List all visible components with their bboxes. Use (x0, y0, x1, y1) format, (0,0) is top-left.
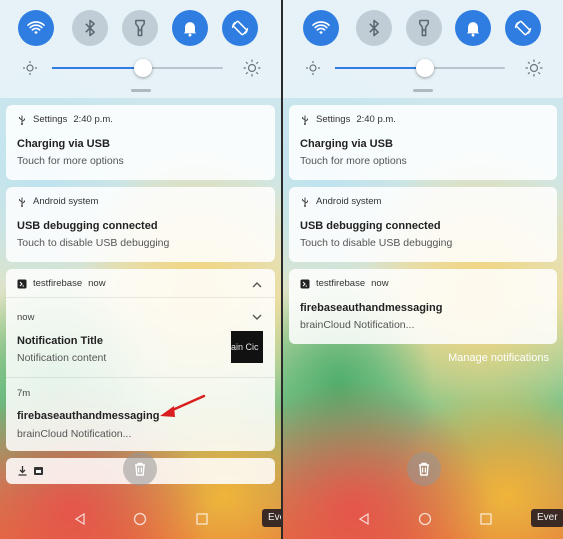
notification-text: Touch to disable USB debugging (17, 237, 170, 249)
usb-charging-notification[interactable]: Settings 2:40 p.m. Charging via USB Touc… (289, 105, 557, 180)
corner-label: Ever (531, 509, 563, 527)
usb-icon (19, 197, 25, 207)
notification-time: 2:40 p.m. (356, 114, 396, 125)
usb-charging-notification[interactable]: Settings 2:40 p.m. Charging via USB Touc… (6, 105, 275, 180)
home-icon[interactable] (133, 512, 147, 526)
flashlight-icon (135, 19, 145, 37)
auto-rotate-toggle[interactable] (222, 10, 258, 46)
notification-app-name: Android system (316, 196, 382, 207)
wifi-toggle[interactable] (303, 10, 339, 46)
chevron-down-icon[interactable] (251, 311, 263, 323)
notification-thumbnail: ain Cic (231, 331, 263, 363)
download-icon (18, 466, 27, 476)
usb-icon (302, 115, 308, 125)
bluetooth-icon (369, 19, 379, 37)
left-phone-screen: Settings 2:40 p.m. Charging via USB Touc… (0, 0, 281, 539)
auto-rotate-icon (514, 20, 532, 36)
notification-text: Notification content (17, 352, 107, 364)
trash-icon (419, 462, 429, 476)
notification-app-name: Android system (33, 196, 99, 207)
notification-title: Charging via USB (300, 138, 393, 150)
wifi-toggle[interactable] (18, 10, 54, 46)
flashlight-toggle[interactable] (122, 10, 158, 46)
brightness-slider[interactable] (52, 59, 223, 77)
notification-app-name: testfirebase (33, 278, 83, 289)
flashlight-toggle[interactable] (406, 10, 442, 46)
usb-debugging-notification[interactable]: Android system USB debugging connected T… (6, 187, 275, 262)
flashlight-icon (419, 19, 429, 37)
notification-text: brainCloud Notification... (17, 428, 132, 440)
recents-icon[interactable] (479, 512, 493, 526)
bell-icon (466, 22, 480, 37)
notification-title: firebaseauthandmessaging (300, 302, 443, 314)
bell-icon (183, 22, 197, 37)
trash-icon (135, 462, 145, 476)
brightness-low-icon (23, 61, 37, 75)
notification-title: Charging via USB (17, 138, 110, 150)
manage-notifications-link[interactable]: Manage notifications (448, 352, 549, 364)
testfirebase-notification[interactable]: testfirebase now firebaseauthandmessagin… (289, 269, 557, 344)
notification-title: USB debugging connected (300, 220, 441, 232)
usb-icon (302, 197, 308, 207)
wifi-icon (312, 21, 330, 35)
clear-all-button[interactable] (123, 452, 157, 486)
notification-time: now (371, 278, 389, 289)
brightness-slider[interactable] (335, 59, 505, 77)
calendar-icon (34, 467, 43, 475)
brightness-high-icon (525, 59, 543, 77)
testfirebase-notification-group[interactable]: testfirebase now now Notification Title … (6, 269, 275, 451)
back-icon[interactable] (73, 512, 87, 526)
back-icon[interactable] (357, 512, 371, 526)
notification-text: brainCloud Notification... (300, 319, 415, 331)
notification-app-name: Settings (316, 114, 351, 125)
wifi-icon (27, 21, 45, 35)
red-arrow-annotation (160, 394, 206, 417)
corner-label: Ever (262, 509, 281, 527)
drag-handle[interactable] (130, 89, 151, 92)
notification-title: firebaseauthandmessaging (17, 410, 160, 422)
notification-app-name: testfirebase (316, 278, 366, 289)
notification-app-name: Settings (33, 114, 68, 125)
usb-icon (19, 115, 25, 125)
notification-time: now (88, 278, 106, 289)
notification-time: now (17, 312, 35, 323)
right-phone-screen: Settings 2:40 p.m. Charging via USB Touc… (283, 0, 563, 539)
notification-text: Touch for more options (17, 155, 124, 167)
usb-debugging-notification[interactable]: Android system USB debugging connected T… (289, 187, 557, 262)
notification-time: 7m (17, 388, 31, 399)
clear-all-button[interactable] (407, 452, 441, 486)
brightness-high-icon (243, 59, 261, 77)
notification-title: USB debugging connected (17, 220, 158, 232)
brightness-row (283, 58, 563, 78)
chevron-up-icon[interactable] (251, 279, 263, 291)
quick-settings-panel (283, 0, 563, 98)
notification-text: Touch for more options (300, 155, 407, 167)
bluetooth-toggle[interactable] (72, 10, 108, 46)
auto-rotate-icon (231, 20, 249, 36)
bluetooth-icon (85, 19, 95, 37)
recents-icon[interactable] (195, 512, 209, 526)
quick-settings-panel (0, 0, 281, 98)
notification-text: Touch to disable USB debugging (300, 237, 453, 249)
do-not-disturb-toggle[interactable] (172, 10, 208, 46)
brightness-slider-thumb[interactable] (416, 59, 435, 77)
notification-time: 2:40 p.m. (73, 114, 113, 125)
auto-rotate-toggle[interactable] (505, 10, 541, 46)
brightness-slider-thumb[interactable] (133, 59, 152, 77)
do-not-disturb-toggle[interactable] (455, 10, 491, 46)
home-icon[interactable] (418, 512, 432, 526)
bluetooth-toggle[interactable] (356, 10, 392, 46)
brightness-row (0, 58, 281, 78)
brightness-low-icon (306, 61, 320, 75)
app-icon (17, 279, 27, 288)
app-icon (300, 279, 310, 288)
drag-handle[interactable] (413, 89, 433, 92)
notification-title: Notification Title (17, 335, 103, 347)
